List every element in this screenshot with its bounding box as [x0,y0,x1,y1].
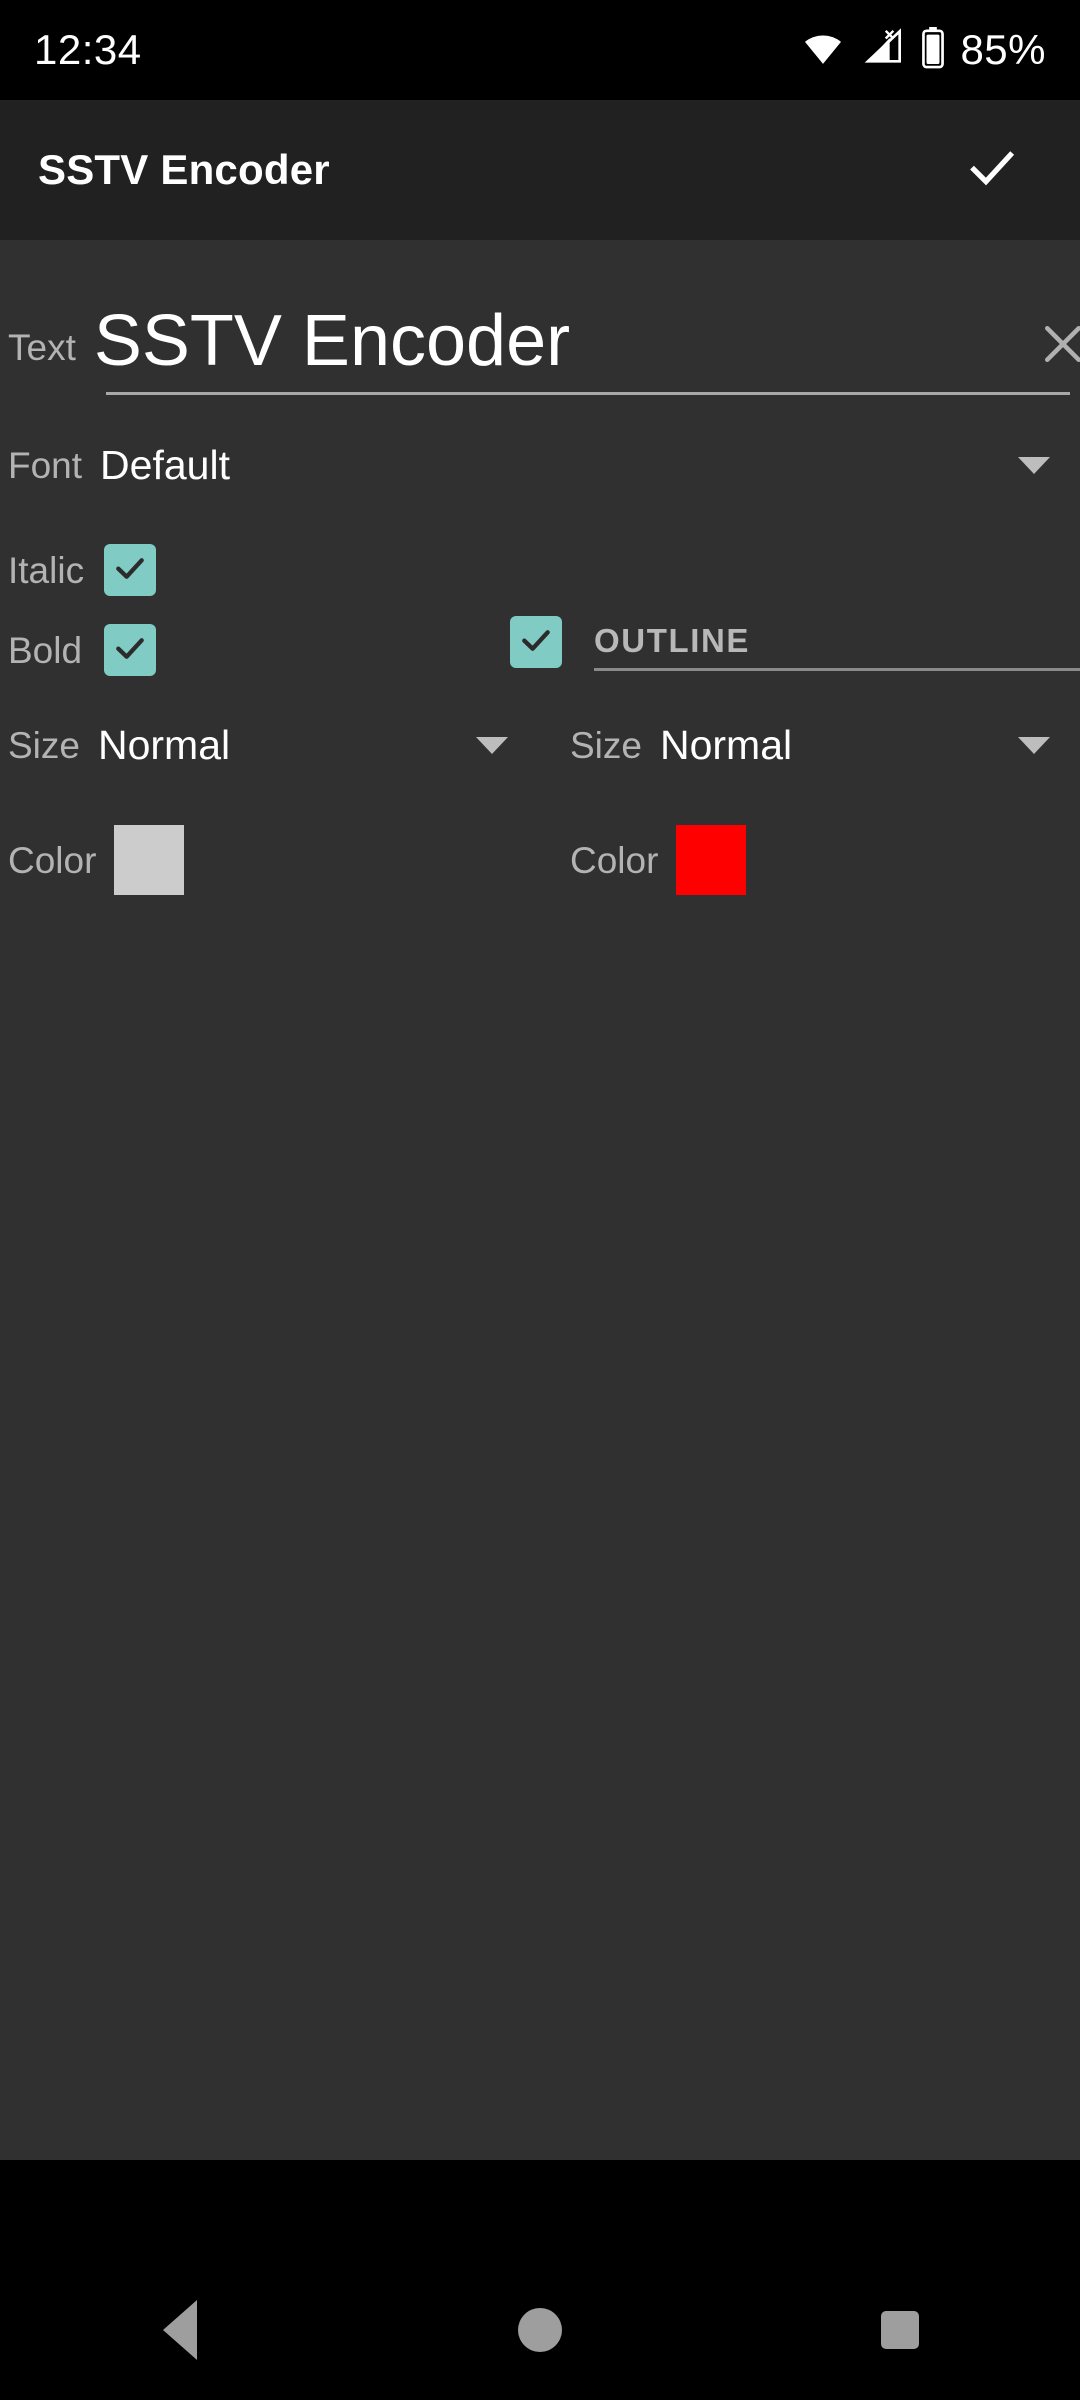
phone-screen: 12:34 85% SSTV En [0,0,1080,2400]
italic-row-label: Italic [0,552,104,589]
text-size-spinner[interactable]: Normal [98,725,530,766]
nav-recents-button[interactable] [835,2265,965,2395]
outline-size-label: Size [570,727,642,764]
app-bar-title: SSTV Encoder [38,146,330,194]
outline-label: OUTLINE [594,606,1080,657]
font-spinner-value: Default [100,445,230,486]
app-bar-actions [956,134,1042,206]
app-bar: SSTV Encoder [0,100,1080,240]
status-bar: 12:34 85% [0,0,1080,100]
navigation-bar [0,2260,1080,2400]
font-row[interactable]: Font Default [0,410,1080,520]
home-icon [518,2308,562,2352]
check-icon [110,548,150,593]
recents-icon [881,2311,919,2349]
outline-color-label: Color [570,842,658,879]
text-row-label: Text [0,329,76,388]
chevron-down-icon [476,737,508,754]
text-field-wrap [94,304,1080,388]
text-input[interactable] [94,304,1025,388]
outline-underline [594,668,1080,671]
text-color-row[interactable]: Color [0,805,530,915]
outline-checkbox[interactable] [510,616,562,668]
outline-size-value: Normal [660,725,792,766]
italic-row[interactable]: Italic [0,530,1080,610]
text-color-swatch[interactable] [114,825,184,895]
chevron-down-icon [1018,457,1050,474]
chevron-down-icon [1018,737,1050,754]
outline-field: OUTLINE [594,606,1080,657]
nav-home-button[interactable] [475,2265,605,2395]
text-size-label: Size [0,727,80,764]
text-color-label: Color [0,842,96,879]
font-spinner[interactable]: Default [100,445,1080,486]
check-icon [110,628,150,673]
cellular-no-sim-icon [860,28,906,73]
italic-checkbox[interactable] [104,544,156,596]
outline-color-row[interactable]: Color [570,805,1080,915]
battery-percent-label: 85% [960,26,1046,74]
bold-row-label: Bold [0,632,104,669]
outline-color-swatch[interactable] [676,825,746,895]
wifi-icon [800,28,846,73]
outline-size-row[interactable]: Size Normal [570,690,1080,800]
clear-text-button[interactable] [1025,308,1080,384]
confirm-button[interactable] [956,134,1028,206]
close-icon [1036,317,1080,376]
battery-icon [920,27,946,74]
outline-row[interactable]: OUTLINE [510,606,1080,702]
bold-checkbox[interactable] [104,624,156,676]
status-icons: 85% [800,26,1046,74]
back-icon [163,2300,197,2360]
nav-back-button[interactable] [115,2265,245,2395]
outline-size-spinner[interactable]: Normal [660,725,1080,766]
text-row: Text [0,258,1080,388]
status-clock: 12:34 [34,26,142,74]
text-input-underline [106,392,1070,395]
check-icon [963,139,1021,202]
font-row-label: Font [0,447,82,484]
editor-form: Text Font Default Italic [0,240,1080,2160]
text-size-row[interactable]: Size Normal [0,690,530,800]
text-size-value: Normal [98,725,230,766]
check-icon [516,620,556,665]
